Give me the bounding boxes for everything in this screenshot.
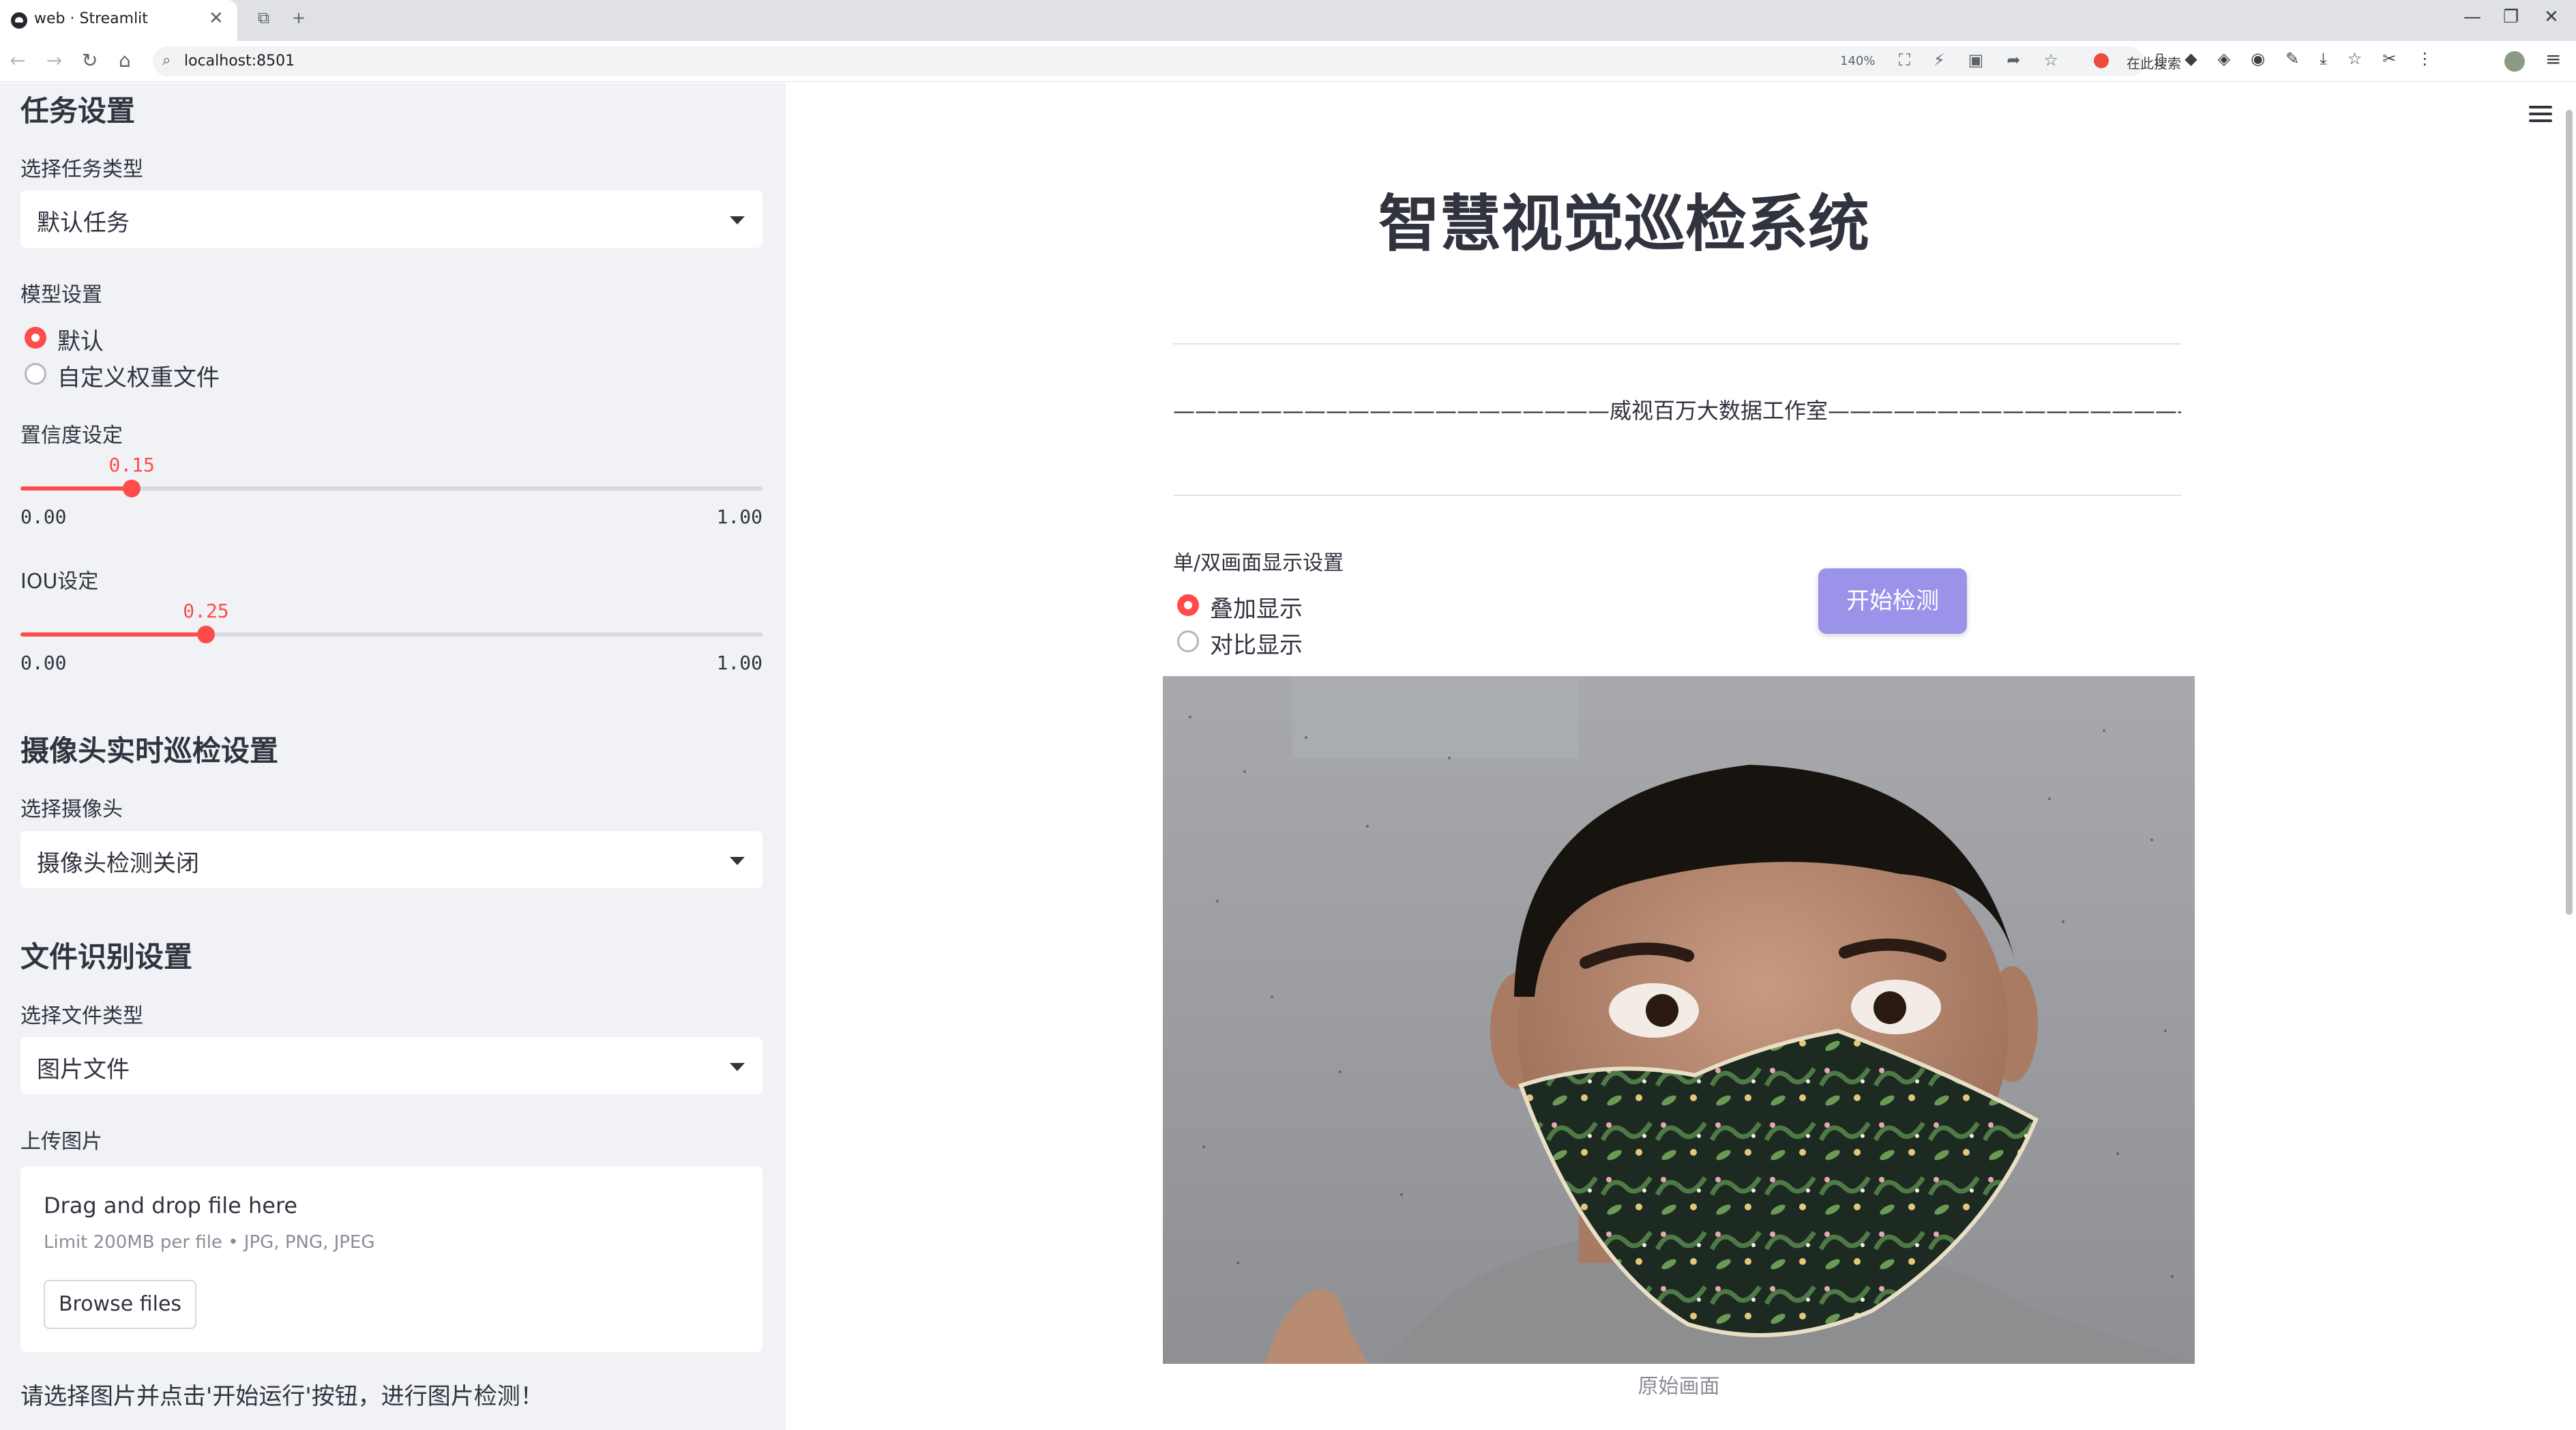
slider-max: 1.00 bbox=[716, 506, 763, 528]
extension-icons[interactable]: ▯◆◈◉✎⤓☆✂⋮ bbox=[2155, 49, 2453, 68]
slider-fill bbox=[20, 632, 206, 637]
model-option-label: 自定义权重文件 bbox=[57, 364, 220, 392]
file-uploader-dropzone[interactable]: Drag and drop file here Limit 200MB per … bbox=[20, 1167, 763, 1352]
minimize-icon[interactable]: — bbox=[2463, 7, 2481, 27]
browser-tab[interactable]: web · Streamlit ✕ bbox=[0, 0, 237, 41]
radio-checked-icon bbox=[25, 327, 46, 349]
display-option-label: 叠加显示 bbox=[1210, 596, 1303, 623]
camera-label: 选择摄像头 bbox=[20, 798, 123, 821]
task-type-select[interactable]: 默认任务 bbox=[20, 190, 763, 248]
window-close-icon[interactable]: ✕ bbox=[2544, 7, 2559, 27]
divider bbox=[1173, 343, 2181, 345]
start-detection-button[interactable]: 开始检测 bbox=[1818, 568, 1967, 634]
tab-close-icon[interactable]: ✕ bbox=[209, 8, 224, 29]
camera-settings-heading: 摄像头实时巡检设置 bbox=[20, 734, 279, 768]
address-bar[interactable]: ⌕ localhost:8501 140% ⛶⚡▣➦☆ 在此搜索 bbox=[153, 46, 2181, 76]
display-mode-label: 单/双画面显示设置 bbox=[1173, 551, 1344, 575]
browser-toolbar: ← → ↻ ⌂ ⌕ localhost:8501 140% ⛶⚡▣➦☆ 在此搜索… bbox=[0, 41, 2576, 82]
slider-value: 0.25 bbox=[183, 600, 229, 622]
camera-value: 摄像头检测关闭 bbox=[37, 850, 199, 877]
search-icon: ⌕ bbox=[162, 52, 171, 69]
browser-tab-strip: web · Streamlit ✕ ⧉ + — ❐ ✕ bbox=[0, 0, 2576, 41]
file-type-value: 图片文件 bbox=[37, 1056, 130, 1083]
dropdown-caret-icon bbox=[730, 216, 745, 224]
file-settings-heading: 文件识别设置 bbox=[20, 940, 193, 974]
person-with-mask-image bbox=[1163, 676, 2195, 1364]
confidence-slider[interactable]: 0.15 0.00 1.00 bbox=[20, 454, 763, 529]
file-type-select[interactable]: 图片文件 bbox=[20, 1037, 763, 1094]
slider-value: 0.15 bbox=[108, 454, 155, 476]
tab-title: web · Streamlit bbox=[34, 10, 148, 27]
slider-max: 1.00 bbox=[716, 652, 763, 674]
file-type-label: 选择文件类型 bbox=[20, 1004, 143, 1028]
model-settings-label: 模型设置 bbox=[20, 283, 102, 307]
search-engine-icon bbox=[2094, 53, 2109, 68]
dropdown-caret-icon bbox=[730, 1063, 745, 1071]
model-option-label: 默认 bbox=[57, 328, 104, 355]
page-title: 智慧视觉巡检系统 bbox=[1378, 188, 1869, 260]
browser-menu-icon[interactable]: ≡ bbox=[2545, 48, 2561, 70]
iou-slider[interactable]: 0.25 0.00 1.00 bbox=[20, 600, 763, 675]
dropdown-caret-icon bbox=[730, 857, 745, 865]
radio-unchecked-icon bbox=[1177, 630, 1199, 652]
task-type-value: 默认任务 bbox=[37, 209, 130, 237]
task-settings-heading: 任务设置 bbox=[20, 94, 136, 128]
slider-thumb[interactable] bbox=[197, 626, 215, 643]
address-tools-icons[interactable]: ⛶⚡▣➦☆ bbox=[1899, 50, 2082, 70]
scrollbar[interactable] bbox=[2566, 110, 2573, 915]
slider-min: 0.00 bbox=[20, 652, 67, 674]
restore-icon[interactable]: ❐ bbox=[2503, 7, 2519, 27]
back-icon[interactable]: ← bbox=[10, 49, 25, 72]
display-option-label: 对比显示 bbox=[1210, 632, 1303, 659]
sidebar-hint: 请选择图片并点击'开始运行'按钮，进行图片检测！ bbox=[20, 1383, 544, 1410]
confidence-label: 置信度设定 bbox=[20, 424, 123, 448]
streamlit-favicon-icon bbox=[11, 12, 27, 29]
profile-avatar[interactable] bbox=[2504, 51, 2525, 72]
radio-checked-icon bbox=[1177, 594, 1199, 616]
new-tab-icon[interactable]: + bbox=[292, 8, 306, 27]
slider-fill bbox=[20, 486, 132, 491]
slider-min: 0.00 bbox=[20, 506, 67, 528]
radio-unchecked-icon bbox=[25, 363, 46, 385]
forward-icon[interactable]: → bbox=[46, 49, 62, 72]
browse-files-button[interactable]: Browse files bbox=[44, 1280, 196, 1329]
upload-title: Drag and drop file here bbox=[44, 1193, 298, 1219]
camera-select[interactable]: 摄像头检测关闭 bbox=[20, 831, 763, 888]
upload-limit: Limit 200MB per file • JPG, PNG, JPEG bbox=[44, 1232, 375, 1253]
sidebar: 任务设置 选择任务类型 默认任务 模型设置 默认 自定义权重文件 置信度设定 0… bbox=[0, 83, 786, 1430]
task-type-label: 选择任务类型 bbox=[20, 158, 143, 181]
upload-label: 上传图片 bbox=[20, 1130, 102, 1154]
main-content: 智慧视觉巡检系统 ————————————————————威视百万大数据工作室—… bbox=[786, 83, 2576, 1430]
home-icon[interactable]: ⌂ bbox=[119, 49, 131, 72]
image-caption: 原始画面 bbox=[1638, 1375, 1720, 1399]
tab-search-icon[interactable]: ⧉ bbox=[258, 8, 269, 27]
zoom-level[interactable]: 140% bbox=[1840, 54, 1875, 68]
reload-icon[interactable]: ↻ bbox=[82, 49, 98, 72]
url-text[interactable]: localhost:8501 bbox=[184, 53, 295, 70]
streamlit-app: 任务设置 选择任务类型 默认任务 模型设置 默认 自定义权重文件 置信度设定 0… bbox=[0, 83, 2576, 1430]
studio-banner: ————————————————————威视百万大数据工作室——————————… bbox=[1173, 398, 2181, 424]
iou-label: IOU设定 bbox=[20, 570, 99, 594]
slider-thumb[interactable] bbox=[123, 480, 141, 497]
menu-icon[interactable] bbox=[2529, 106, 2552, 126]
divider bbox=[1173, 495, 2181, 496]
camera-image bbox=[1163, 676, 2195, 1364]
